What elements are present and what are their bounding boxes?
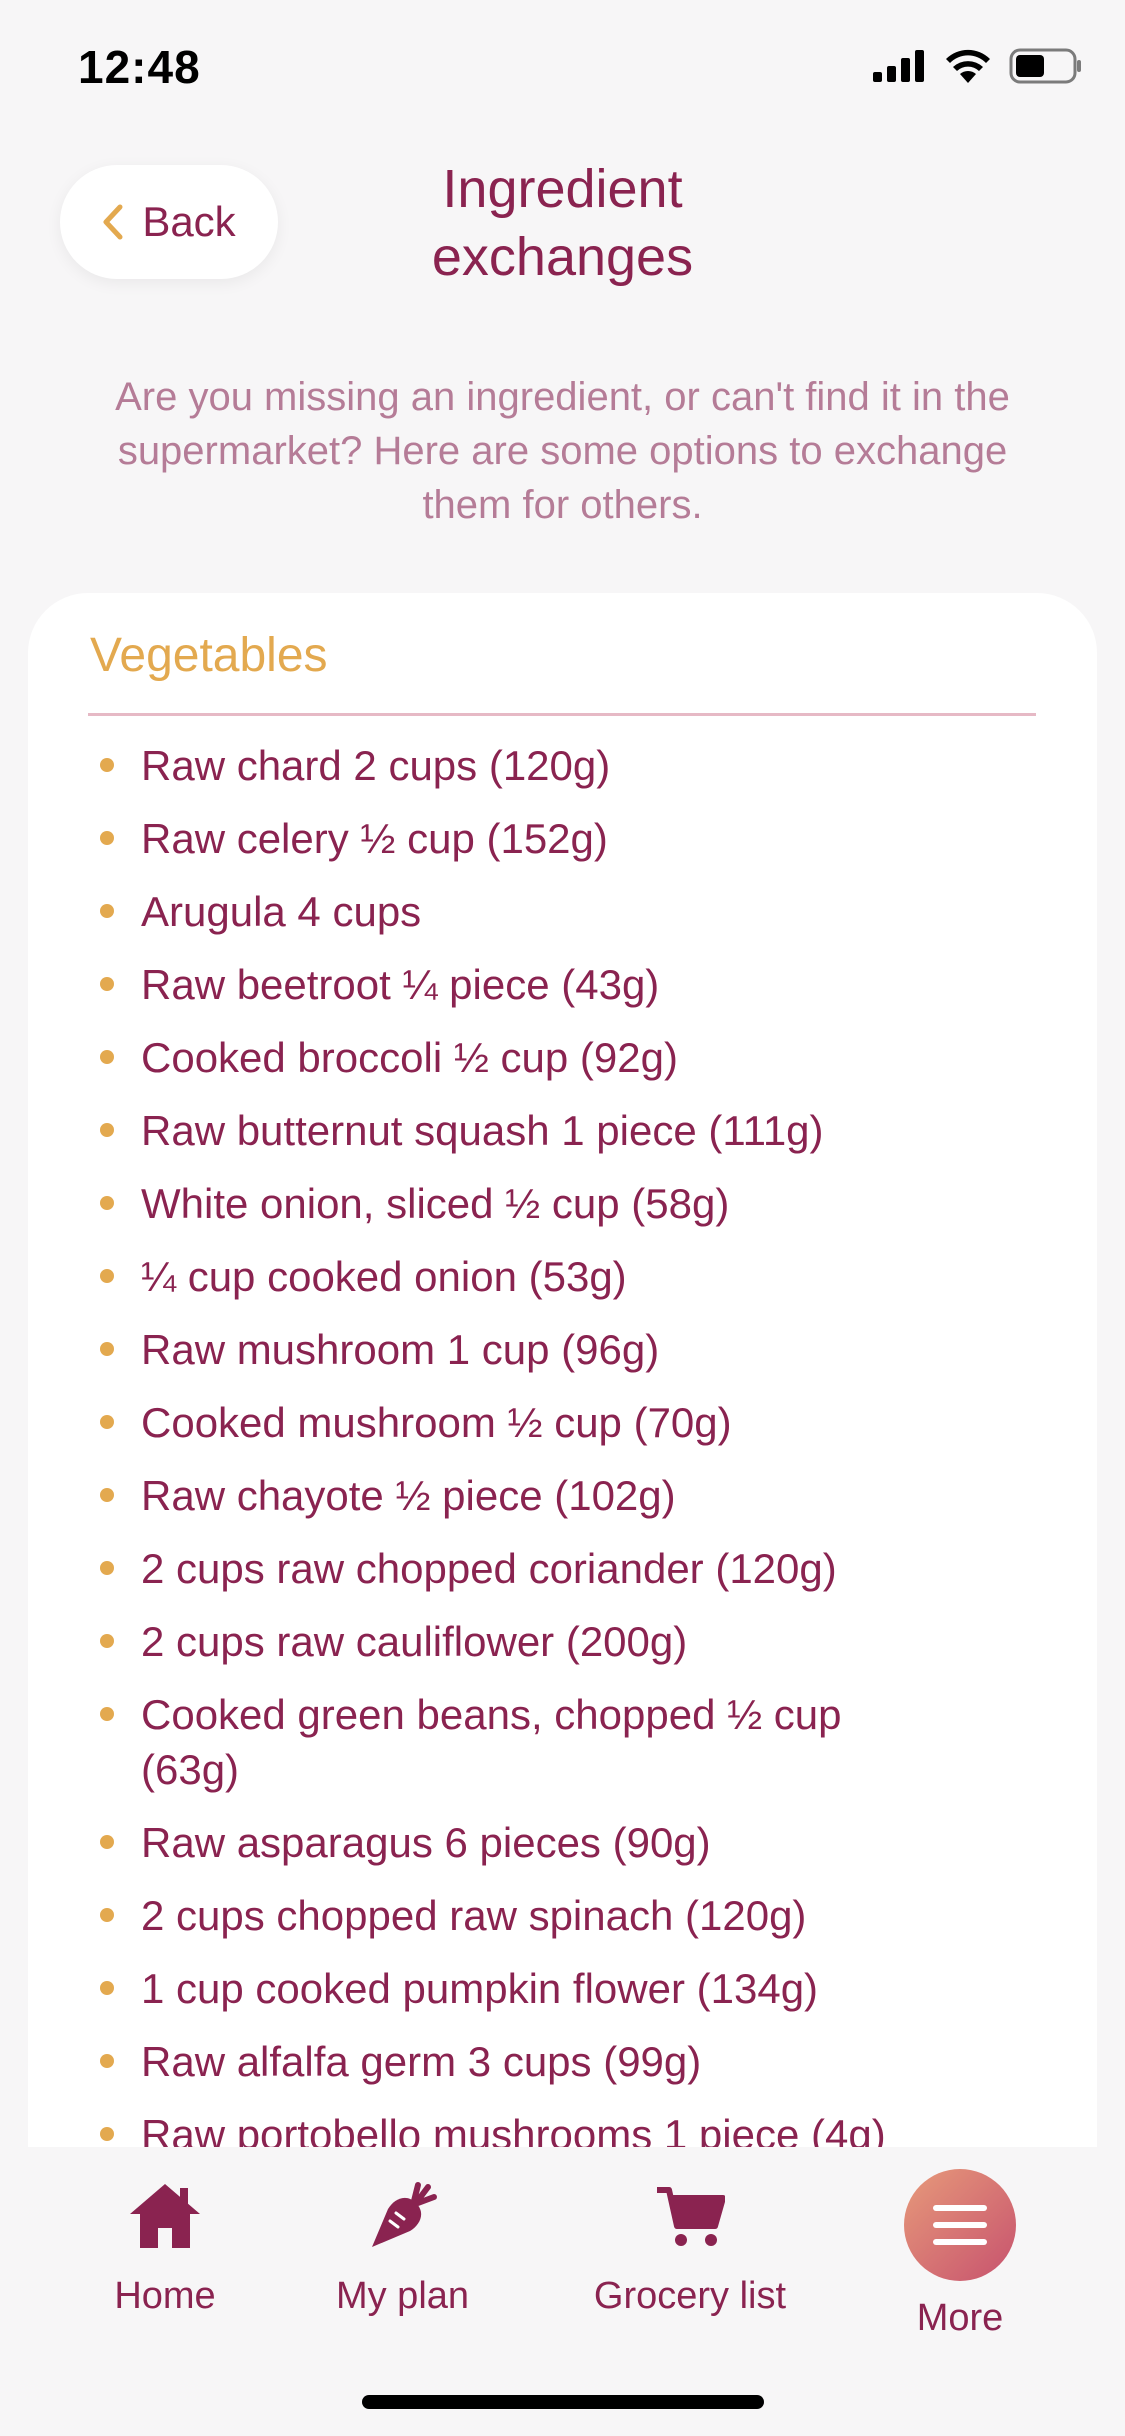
- list-item: Raw alfalfa germ 3 cups (99g): [88, 2034, 1028, 2089]
- battery-icon: [1009, 48, 1081, 84]
- bullet: [100, 1707, 114, 1721]
- wifi-icon: [946, 49, 990, 83]
- section-title: Vegetables: [90, 629, 328, 682]
- cart-icon: [657, 2187, 725, 2246]
- list-item: Raw chard 2 cups (120g): [88, 738, 1028, 793]
- bullet: [100, 904, 114, 918]
- list-item: 2 cups raw chopped coriander (120g): [88, 1541, 1028, 1596]
- list-item: Raw chayote ½ piece (102g): [88, 1468, 1028, 1523]
- status-time: 12:48: [78, 41, 201, 93]
- list-item: Raw butternut squash 1 piece (111g): [88, 1103, 1028, 1158]
- status-bar: 12:48: [0, 0, 1125, 135]
- status-icons: [873, 48, 1083, 84]
- list-item: Raw celery ½ cup (152g): [88, 811, 1028, 866]
- list-item-text: Raw butternut squash 1 piece (111g): [141, 1107, 824, 1154]
- list-item-text: 2 cups raw cauliflower (200g): [141, 1618, 688, 1665]
- list-item: Arugula 4 cups: [88, 884, 1028, 939]
- back-button[interactable]: Back: [60, 165, 278, 279]
- header: Back Ingredient exchanges: [0, 135, 1125, 310]
- chevron-left-icon: [103, 204, 123, 240]
- back-label: Back: [142, 198, 236, 245]
- tab-grocery-list[interactable]: Grocery list: [575, 2171, 805, 2318]
- list-item: Raw asparagus 6 pieces (90g): [88, 1815, 1028, 1870]
- bullet: [100, 1050, 114, 1064]
- bullet: [100, 977, 114, 991]
- list-item-text: Raw mushroom 1 cup (96g): [141, 1326, 660, 1373]
- list-item-text: Arugula 4 cups: [141, 888, 422, 935]
- list-item-text: Raw celery ½ cup (152g): [141, 815, 608, 862]
- more-button-circle: [904, 2169, 1016, 2281]
- bullet: [100, 1634, 114, 1648]
- ingredient-list: Raw chard 2 cups (120g) Raw celery ½ cup…: [88, 738, 1028, 2153]
- tab-more-label: More: [916, 2297, 1004, 2339]
- list-item: Raw beetroot ¼ piece (43g): [88, 957, 1028, 1012]
- list-item: Cooked mushroom ½ cup (70g): [88, 1395, 1028, 1450]
- list-item-text: Raw asparagus 6 pieces (90g): [141, 1819, 711, 1866]
- list-item: 2 cups raw cauliflower (200g): [88, 1614, 1028, 1669]
- list-item-text: 2 cups raw chopped coriander (120g): [141, 1545, 837, 1592]
- list-item: Raw mushroom 1 cup (96g): [88, 1322, 1028, 1377]
- bullet: [100, 1415, 114, 1429]
- bullet: [100, 1196, 114, 1210]
- bullet: [100, 1342, 114, 1356]
- list-item: 1 cup cooked pumpkin flower (134g): [88, 1961, 1028, 2016]
- bullet: [100, 1488, 114, 1502]
- bullet: [100, 1835, 114, 1849]
- list-item-text: White onion, sliced ½ cup (58g): [141, 1180, 730, 1227]
- list-item: ¼ cup cooked onion (53g): [88, 1249, 1028, 1304]
- exchange-card: Vegetables Raw chard 2 cups (120g) Raw c…: [28, 593, 1097, 2153]
- list-item-text: Cooked green beans, chopped ½ cup (63g): [141, 1691, 842, 1793]
- list-item: 2 cups chopped raw spinach (120g): [88, 1888, 1028, 1943]
- list-item-text: Raw chayote ½ piece (102g): [141, 1472, 676, 1519]
- intro-text: Are you missing an ingredient, or can't …: [115, 375, 1010, 527]
- list-item-text: Raw chard 2 cups (120g): [141, 742, 611, 789]
- list-item-text: ¼ cup cooked onion (53g): [141, 1253, 627, 1300]
- bullet: [100, 2054, 114, 2068]
- bullet: [100, 1269, 114, 1283]
- menu-icon: [933, 2205, 987, 2245]
- bullet: [100, 1908, 114, 1922]
- page-title: Ingredient exchanges: [431, 159, 694, 287]
- bullet: [100, 831, 114, 845]
- home-indicator: [362, 2395, 764, 2409]
- list-item-text: 1 cup cooked pumpkin flower (134g): [141, 1965, 819, 2012]
- carrot-icon: [371, 2182, 437, 2247]
- tab-grocery-list-label: Grocery list: [593, 2275, 787, 2317]
- tab-home[interactable]: Home: [95, 2171, 235, 2318]
- bullet: [100, 1561, 114, 1575]
- list-item-text: 2 cups chopped raw spinach (120g): [141, 1892, 807, 1939]
- list-item-text: Raw alfalfa germ 3 cups (99g): [141, 2038, 702, 2085]
- tab-bar: Home My plan Grocery list More: [0, 2147, 1125, 2436]
- signal-icon: [873, 50, 924, 82]
- tab-my-plan[interactable]: My plan: [320, 2171, 485, 2318]
- bullet: [100, 2127, 114, 2141]
- home-icon: [130, 2184, 200, 2248]
- list-item-text: Raw beetroot ¼ piece (43g): [141, 961, 660, 1008]
- list-item: White onion, sliced ½ cup (58g): [88, 1176, 1028, 1231]
- bullet: [100, 1123, 114, 1137]
- list-item-text: Cooked broccoli ½ cup (92g): [141, 1034, 678, 1081]
- section-divider: [88, 713, 1036, 716]
- tab-my-plan-label: My plan: [335, 2275, 470, 2317]
- tab-home-label: Home: [114, 2275, 216, 2317]
- bullet: [100, 758, 114, 772]
- bullet: [100, 1981, 114, 1995]
- list-item-text: Cooked mushroom ½ cup (70g): [141, 1399, 732, 1446]
- list-item: Cooked green beans, chopped ½ cup (63g): [88, 1687, 1028, 1797]
- tab-more[interactable]: More: [890, 2169, 1030, 2340]
- list-item: Cooked broccoli ½ cup (92g): [88, 1030, 1028, 1085]
